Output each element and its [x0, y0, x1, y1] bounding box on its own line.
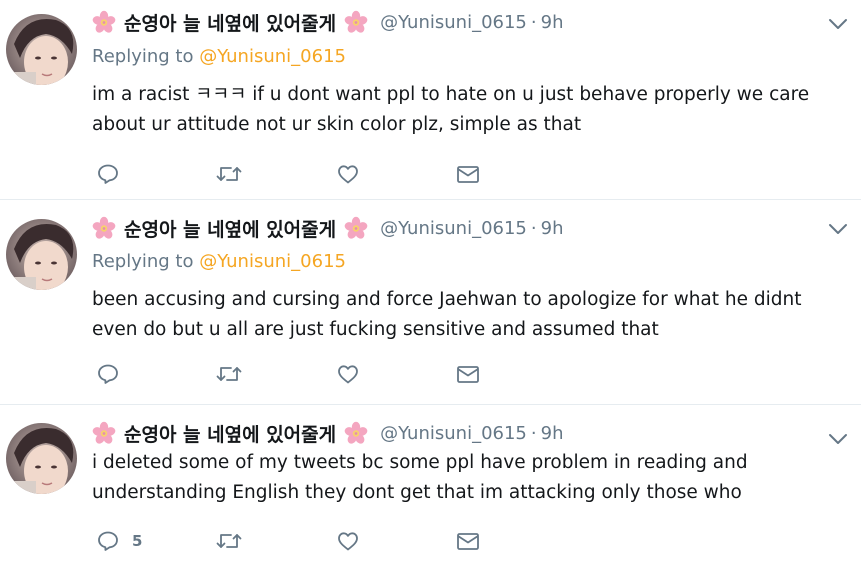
user-handle[interactable]: @Yunisuni_0615 — [380, 423, 527, 444]
reply-icon — [98, 364, 118, 384]
display-name-text: 순영아 늘 네옆에 있어줄게 — [124, 12, 337, 35]
cherry-blossom-icon — [344, 10, 369, 34]
timestamp[interactable]: 9h — [541, 218, 564, 239]
replying-to-handle[interactable]: @Yunisuni_0615 — [199, 251, 346, 272]
display-name[interactable]: 순영아 늘 네옆에 있어줄게 — [92, 420, 369, 447]
reply-button[interactable] — [96, 159, 132, 189]
tweet[interactable]: 순영아 늘 네옆에 있어줄게 @Yunisuni_0615 · 9h Reply… — [0, 200, 861, 405]
direct-message-button[interactable] — [455, 359, 481, 389]
like-button[interactable] — [336, 159, 360, 189]
display-name-text: 순영아 늘 네옆에 있어줄게 — [124, 218, 337, 241]
user-handle[interactable]: @Yunisuni_0615 — [380, 218, 527, 239]
avatar[interactable] — [6, 14, 77, 85]
tweet-header: 순영아 늘 네옆에 있어줄게 @Yunisuni_0615 · 9h — [92, 213, 564, 243]
replying-to-prefix: Replying to — [92, 251, 194, 272]
tweet[interactable]: 순영아 늘 네옆에 있어줄게 @Yunisuni_0615 · 9h i del… — [0, 405, 861, 564]
user-handle[interactable]: @Yunisuni_0615 — [380, 12, 527, 33]
heart-icon — [338, 532, 358, 551]
tweet-actions — [0, 159, 861, 189]
tweet-text: im a racist ㅋㅋㅋ if u dont want ppl to ha… — [92, 84, 810, 135]
chevron-down-icon[interactable] — [828, 222, 848, 236]
separator-dot: · — [530, 11, 537, 33]
reply-button[interactable]: 5 — [96, 526, 142, 556]
separator-dot: · — [530, 217, 537, 239]
chevron-down-icon[interactable] — [828, 432, 848, 446]
direct-message-button[interactable] — [455, 526, 481, 556]
reply-icon — [98, 164, 118, 184]
tweet-text: i deleted some of my tweets bc some ppl … — [92, 452, 748, 503]
direct-message-button[interactable] — [455, 159, 481, 189]
replying-to-handle[interactable]: @Yunisuni_0615 — [199, 46, 346, 67]
envelope-icon — [457, 533, 479, 550]
separator-dot: · — [530, 422, 537, 444]
cherry-blossom-icon — [92, 216, 116, 240]
cherry-blossom-icon — [344, 421, 369, 445]
display-name-text: 순영아 늘 네옆에 있어줄게 — [124, 423, 337, 446]
retweet-button[interactable] — [215, 359, 243, 389]
display-name[interactable]: 순영아 늘 네옆에 있어줄게 — [92, 9, 369, 36]
cherry-blossom-icon — [344, 216, 369, 240]
retweet-icon — [216, 534, 242, 548]
heart-icon — [338, 365, 358, 384]
avatar[interactable] — [6, 423, 77, 494]
retweet-icon — [216, 367, 242, 381]
timestamp[interactable]: 9h — [541, 12, 564, 33]
reply-count: 5 — [132, 532, 143, 550]
replying-to: Replying to @Yunisuni_0615 — [92, 46, 346, 67]
retweet-icon — [216, 167, 242, 181]
avatar[interactable] — [6, 219, 77, 290]
cherry-blossom-icon — [92, 421, 116, 445]
tweet-actions: 5 — [0, 526, 861, 556]
envelope-icon — [457, 366, 479, 383]
retweet-button[interactable] — [215, 159, 243, 189]
heart-icon — [338, 165, 358, 184]
cherry-blossom-icon — [92, 10, 116, 34]
reply-button[interactable] — [96, 359, 132, 389]
display-name[interactable]: 순영아 늘 네옆에 있어줄게 — [92, 215, 369, 242]
tweet-text: been accusing and cursing and force Jaeh… — [92, 289, 802, 340]
chevron-down-icon[interactable] — [828, 17, 848, 31]
replying-to-prefix: Replying to — [92, 46, 194, 67]
tweet-header: 순영아 늘 네옆에 있어줄게 @Yunisuni_0615 · 9h — [92, 418, 564, 448]
tweet-header: 순영아 늘 네옆에 있어줄게 @Yunisuni_0615 · 9h — [92, 7, 564, 37]
tweet-actions — [0, 359, 861, 389]
reply-icon — [98, 531, 118, 551]
retweet-button[interactable] — [215, 526, 243, 556]
replying-to: Replying to @Yunisuni_0615 — [92, 251, 346, 272]
like-button[interactable] — [336, 359, 360, 389]
timestamp[interactable]: 9h — [541, 423, 564, 444]
envelope-icon — [457, 166, 479, 183]
like-button[interactable] — [336, 526, 360, 556]
tweet[interactable]: 순영아 늘 네옆에 있어줄게 @Yunisuni_0615 · 9h Reply… — [0, 0, 861, 200]
